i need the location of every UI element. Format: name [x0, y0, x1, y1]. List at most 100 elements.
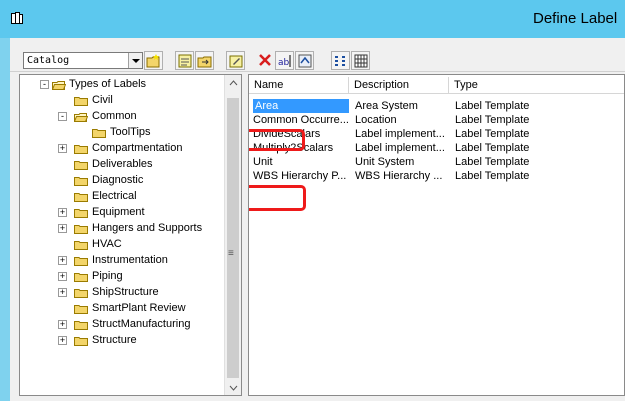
move-button[interactable] — [195, 51, 214, 70]
tree-item-label: Compartmentation — [92, 142, 183, 154]
svg-text:ab: ab — [278, 58, 290, 68]
tree-item-label: Piping — [92, 270, 123, 282]
list-row[interactable]: Area Area System Label Template — [249, 99, 624, 113]
details-view-button[interactable] — [351, 51, 370, 70]
rename-icon: ab — [278, 55, 291, 68]
tree-item-label: HVAC — [92, 238, 122, 250]
folder-icon — [74, 287, 88, 298]
row-name: WBS Hierarchy P... — [253, 170, 347, 182]
properties-button[interactable] — [175, 51, 194, 70]
row-description: Unit System — [355, 156, 415, 168]
organize-button[interactable] — [295, 51, 314, 70]
folder-icon — [74, 191, 88, 202]
grip-icon: ≡ — [228, 248, 234, 259]
expand-icon[interactable]: + — [58, 256, 67, 265]
status-bar — [10, 397, 625, 401]
folder-icon — [74, 159, 88, 170]
folder-icon — [74, 303, 88, 314]
folder-icon — [74, 255, 88, 266]
rename-button[interactable]: ab — [275, 51, 294, 70]
list-row[interactable]: DivideScalars Label implement... Label Tem… — [249, 127, 624, 141]
edit-icon — [229, 55, 243, 68]
tree-item-label: Structure — [92, 334, 137, 346]
row-type: Label Template — [455, 156, 530, 168]
move-icon — [197, 56, 212, 68]
title-bar[interactable]: Define Label — [0, 0, 625, 38]
row-description: Location — [355, 114, 397, 126]
list-view-icon — [335, 56, 345, 66]
row-type: Label Template — [455, 128, 530, 140]
list-view-button[interactable] — [331, 51, 350, 70]
row-description: WBS Hierarchy ... — [355, 170, 443, 182]
list-row[interactable]: Unit Unit System Label Template — [249, 155, 624, 169]
new-folder-button[interactable] — [144, 51, 163, 70]
expand-icon[interactable]: + — [58, 144, 67, 153]
column-header-description[interactable]: Description — [349, 77, 449, 94]
collapse-icon[interactable]: - — [40, 80, 49, 89]
label-type-tree[interactable]: - Types of Labels Civil - Common ToolTips + Com… — [19, 74, 242, 396]
list-row[interactable]: Multiply2Scalars Label implement... Label … — [249, 141, 624, 155]
expand-icon[interactable]: + — [58, 272, 67, 281]
column-header-name[interactable]: Name — [249, 77, 349, 94]
expand-icon[interactable]: + — [58, 224, 67, 233]
organize-icon — [298, 54, 312, 68]
row-description: Area System — [355, 100, 418, 112]
list-row[interactable]: WBS Hierarchy P... WBS Hierarchy ... Label… — [249, 169, 624, 183]
expand-icon[interactable]: + — [58, 288, 67, 297]
scroll-up-icon[interactable] — [225, 75, 242, 92]
folder-open-icon — [73, 111, 89, 122]
details-view-icon — [354, 54, 368, 68]
folder-icon — [74, 143, 88, 154]
define-label-window: Define Label Catalog ab - Types of Label… — [0, 0, 625, 401]
delete-button[interactable] — [256, 51, 275, 70]
folder-icon — [74, 239, 88, 250]
app-icon — [11, 12, 23, 24]
list-row[interactable]: Common Occurre... Location Label Template — [249, 113, 624, 127]
expand-icon[interactable]: + — [58, 320, 67, 329]
tree-item-label: Common — [92, 110, 137, 122]
expand-icon[interactable]: + — [58, 208, 67, 217]
new-folder-icon — [146, 54, 160, 68]
catalog-combo-value: Catalog — [27, 55, 70, 66]
folder-icon — [74, 271, 88, 282]
tree-scrollbar[interactable]: ≡ — [224, 75, 241, 395]
tree-item-label: Equipment — [92, 206, 145, 218]
folder-icon — [74, 175, 88, 186]
folder-icon — [74, 207, 88, 218]
chevron-down-icon — [132, 59, 140, 63]
folder-icon — [74, 223, 88, 234]
tree-item-label: ToolTips — [110, 126, 151, 138]
tree-root-label: Types of Labels — [69, 78, 147, 90]
tree-item-label: SmartPlant Review — [92, 302, 186, 314]
row-name: Common Occurre... — [253, 114, 349, 126]
folder-icon — [74, 319, 88, 330]
folder-icon — [92, 127, 106, 138]
column-header-type[interactable]: Type — [449, 77, 624, 94]
delete-icon — [259, 54, 271, 66]
row-type: Label Template — [455, 142, 530, 154]
row-type: Label Template — [455, 114, 530, 126]
tree-item-label: Hangers and Supports — [92, 222, 203, 234]
tree-item-label: Deliverables — [92, 158, 153, 170]
tree-item-label: Electrical — [92, 190, 137, 202]
highlight-box-unit — [249, 185, 306, 211]
row-description: Label implement... — [355, 128, 445, 140]
folder-icon — [74, 95, 88, 106]
properties-icon — [178, 54, 192, 68]
folder-icon — [74, 335, 88, 346]
scroll-down-icon[interactable] — [225, 379, 242, 396]
collapse-icon[interactable]: - — [58, 112, 67, 121]
edit-button[interactable] — [226, 51, 245, 70]
row-name: Unit — [253, 156, 273, 168]
toolbar: Catalog ab — [10, 38, 625, 72]
row-name: Area — [253, 99, 349, 113]
expand-icon[interactable]: + — [58, 336, 67, 345]
label-list: Name Description Type Area Area System Lab… — [248, 74, 625, 396]
dropdown-button[interactable] — [128, 53, 142, 68]
catalog-combo[interactable]: Catalog — [23, 52, 143, 69]
tree-item-label: ShipStructure — [92, 286, 159, 298]
tree-item-label: Instrumentation — [92, 254, 168, 266]
tree-item-label: StructManufacturing — [92, 318, 191, 330]
tree-scroll-thumb[interactable]: ≡ — [227, 98, 239, 378]
row-type: Label Template — [455, 100, 530, 112]
